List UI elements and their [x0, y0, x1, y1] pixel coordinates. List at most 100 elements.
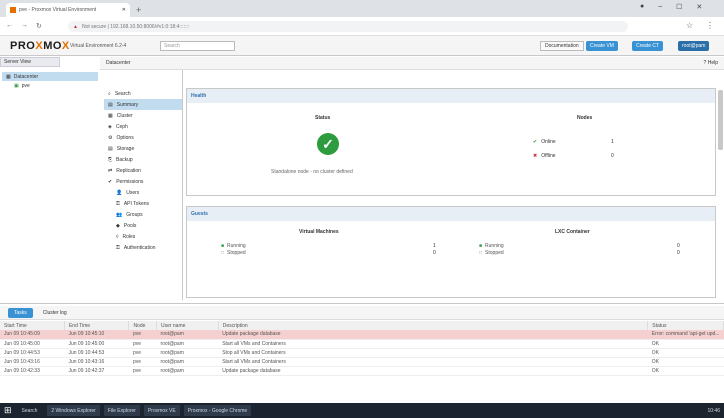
nav-item-label: Roles: [122, 233, 136, 240]
cell-user: root@pam: [156, 339, 219, 349]
summary-icon: ▤: [108, 101, 113, 108]
users-icon: 👤: [116, 189, 123, 196]
nav-item-ceph[interactable]: ◈ Ceph: [104, 121, 182, 132]
nav-item-label: Groups: [126, 211, 143, 218]
profile-icon[interactable]: ●: [640, 3, 644, 11]
window-close-icon[interactable]: ✕: [696, 3, 702, 11]
url-field[interactable]: ▲ Not secure | 192.168.10.50:8006/#v1:0:…: [68, 21, 628, 32]
nav-item-options[interactable]: ⚙ Options: [104, 132, 182, 143]
column-header[interactable]: Status: [647, 321, 724, 330]
table-row[interactable]: Jun 09 10:43:16 Jun 09 10:43:16 pve root@pa…: [0, 357, 724, 367]
version-label: Virtual Environment 6.2-4: [70, 43, 127, 49]
tree-datacenter[interactable]: ▦ Datacenter: [2, 72, 98, 81]
nav-item-users[interactable]: 👤 Users: [104, 187, 182, 198]
nav-item-roles[interactable]: ◊ Roles: [104, 231, 182, 242]
help-icon: ?: [703, 60, 707, 66]
vm-running-count: 1: [433, 243, 436, 249]
nav-item-replication[interactable]: ⇄ Replication: [104, 165, 182, 176]
ct-title: LXC Container: [555, 229, 590, 235]
column-header[interactable]: User name: [156, 321, 219, 330]
cell-start: Jun 09 10:43:16: [0, 357, 65, 367]
close-icon[interactable]: ✕: [122, 7, 126, 13]
cell-start: Jun 09 10:45:00: [0, 339, 65, 349]
back-icon[interactable]: ←: [6, 22, 13, 30]
permissions-icon: ✔: [108, 178, 113, 185]
table-row[interactable]: Jun 09 10:44:53 Jun 09 10:44:53 pve root@pa…: [0, 348, 724, 358]
create-ct-button[interactable]: Create CT: [632, 41, 664, 51]
status-label: Status: [315, 115, 331, 121]
taskbar-item[interactable]: File Explorer: [103, 405, 140, 416]
cluster-icon: ▦: [108, 112, 113, 119]
cell-start: Jun 09 10:44:53: [0, 348, 65, 358]
column-header[interactable]: Start Time: [0, 321, 65, 330]
cell-status: OK: [647, 348, 724, 358]
reload-icon[interactable]: ↻: [36, 22, 42, 30]
table-row[interactable]: Jun 09 10:42:33 Jun 09 10:42:37 pve root@pa…: [0, 366, 724, 376]
table-header-row: Start Time End Time Node User name Descripti…: [0, 321, 724, 330]
minimize-icon[interactable]: –: [658, 3, 662, 11]
browser-menu-icon[interactable]: ⋮: [706, 21, 714, 30]
node-icon: ▣: [14, 82, 19, 89]
view-selector[interactable]: Server View: [0, 57, 60, 67]
documentation-button[interactable]: Documentation: [540, 41, 584, 51]
forward-icon[interactable]: →: [21, 22, 28, 30]
nav-item-permissions[interactable]: ✔ Permissions: [104, 176, 182, 187]
maximize-icon[interactable]: ☐: [676, 3, 682, 11]
nav-item-summary[interactable]: ▤ Summary: [104, 99, 182, 110]
online-count: 1: [611, 139, 614, 145]
nav-item-label: Replication: [116, 167, 141, 174]
api-tokens-icon: ⚿: [116, 200, 120, 207]
nav-item-backup[interactable]: ⎘ Backup: [104, 154, 182, 165]
vm-running: ■ Running: [221, 243, 246, 249]
online-icon: ✔: [533, 139, 538, 145]
user-menu-button[interactable]: root@pam: [678, 41, 710, 51]
tab-title: pve - Proxmox Virtual Environment: [19, 7, 97, 13]
roles-icon: ◊: [116, 233, 119, 240]
clock: 10:46: [707, 407, 720, 414]
nav-item-label: Cluster: [116, 112, 133, 119]
tree-list: ▦ Datacenter ▣ pve: [2, 72, 98, 90]
new-tab-button[interactable]: +: [136, 5, 141, 15]
nav-buttons: ← → ↻: [6, 22, 42, 30]
nav-item-groups[interactable]: 👥 Groups: [104, 209, 182, 220]
nav-item-authentication[interactable]: ⚿ Authentication: [104, 242, 182, 253]
task-log-tabs: Tasks Cluster log: [0, 306, 724, 320]
storage-icon: ▤: [108, 145, 113, 152]
column-header[interactable]: Description: [218, 321, 649, 330]
nav-item-storage[interactable]: ▤ Storage: [104, 143, 182, 154]
content-scrollbar[interactable]: [718, 90, 723, 150]
cell-node: pve: [128, 339, 157, 349]
search-input[interactable]: Search: [160, 41, 235, 51]
cell-start: Jun 09 10:42:33: [0, 366, 65, 376]
bookmark-star-icon[interactable]: ☆: [686, 21, 693, 30]
nav-item-label: API Tokens: [123, 200, 150, 207]
cell-desc: Start all VMs and Containers: [218, 339, 648, 349]
groups-icon: 👥: [116, 211, 123, 218]
online-row: ✔ Online: [533, 139, 556, 145]
nav-item-api-tokens[interactable]: ⚿ API Tokens: [104, 198, 182, 209]
proxmox-favicon-icon: [10, 7, 16, 13]
taskbar-item[interactable]: 2 Windows Explorer: [47, 405, 100, 416]
windows-start-icon[interactable]: ⊞: [4, 405, 12, 416]
tree-node-label: pve: [21, 82, 30, 89]
taskbar-search[interactable]: Search: [16, 408, 44, 414]
table-row[interactable]: Jun 09 10:45:00 Jun 09 10:45:00 pve root@pa…: [0, 339, 724, 349]
tab-cluster-log[interactable]: Cluster log: [37, 308, 73, 318]
column-header[interactable]: End Time: [64, 321, 130, 330]
tree-node-pve[interactable]: ▣ pve: [2, 81, 98, 90]
tab-tasks[interactable]: Tasks: [8, 307, 33, 318]
column-header[interactable]: Node: [128, 321, 157, 330]
help-button[interactable]: ? Help: [704, 60, 718, 66]
search-icon: ⌕: [108, 90, 111, 97]
table-row[interactable]: Jun 09 10:45:09 Jun 09 10:45:10 pve root@pa…: [0, 330, 724, 340]
create-vm-button[interactable]: Create VM: [586, 41, 618, 51]
nav-item-search[interactable]: ⌕ Search: [104, 88, 182, 99]
nav-item-cluster[interactable]: ▦ Cluster: [104, 110, 182, 121]
browser-tab[interactable]: pve - Proxmox Virtual Environment ✕: [6, 3, 130, 17]
nav-item-pools[interactable]: ◆ Pools: [104, 220, 182, 231]
nav-item-label: Permissions: [116, 178, 144, 185]
cell-user: root@pam: [156, 348, 219, 358]
taskbar-item[interactable]: Proxmox VE: [143, 405, 180, 416]
taskbar-item[interactable]: Proxmox - Google Chrome: [183, 405, 252, 416]
replication-icon: ⇄: [108, 167, 113, 174]
